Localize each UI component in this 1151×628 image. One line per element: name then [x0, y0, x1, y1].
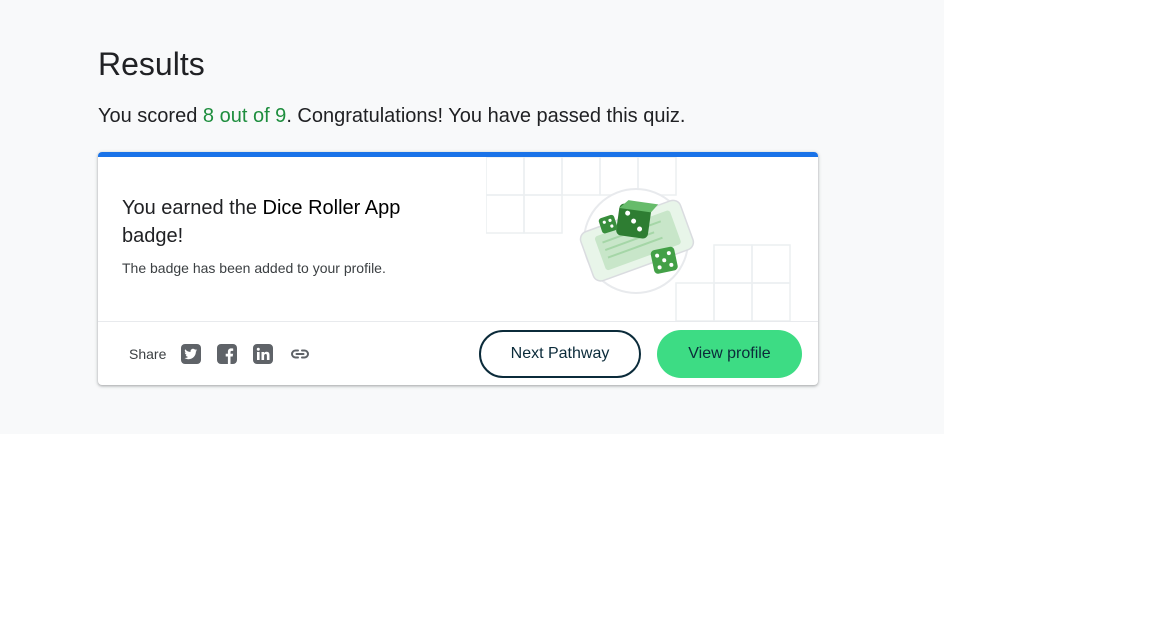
badge-name: Dice Roller App — [262, 197, 401, 219]
view-profile-button[interactable]: View profile — [657, 330, 802, 378]
score-message: You scored 8 out of 9. Congratulations! … — [98, 103, 685, 129]
badge-subtitle: The badge has been added to your profile… — [122, 260, 386, 276]
score-prefix: You scored — [98, 105, 203, 127]
badge-heading: You earned the Dice Roller App badge! — [122, 194, 442, 250]
page-title: Results — [98, 46, 205, 82]
next-pathway-button[interactable]: Next Pathway — [479, 330, 641, 378]
twitter-icon[interactable] — [180, 343, 202, 365]
score-suffix: . Congratulations! You have passed this … — [286, 105, 686, 127]
card-divider — [98, 321, 818, 322]
linkedin-icon[interactable] — [252, 343, 274, 365]
share-label: Share — [129, 346, 167, 362]
badge-heading-suffix: badge! — [122, 225, 184, 247]
link-icon[interactable] — [289, 343, 311, 365]
score-value: 8 out of 9 — [202, 105, 287, 127]
facebook-icon[interactable] — [216, 343, 238, 365]
badge-heading-prefix: You earned the — [122, 197, 263, 219]
dice-badge-illustration — [486, 157, 791, 321]
badge-card: You earned the Dice Roller App badge! Th… — [98, 152, 818, 385]
